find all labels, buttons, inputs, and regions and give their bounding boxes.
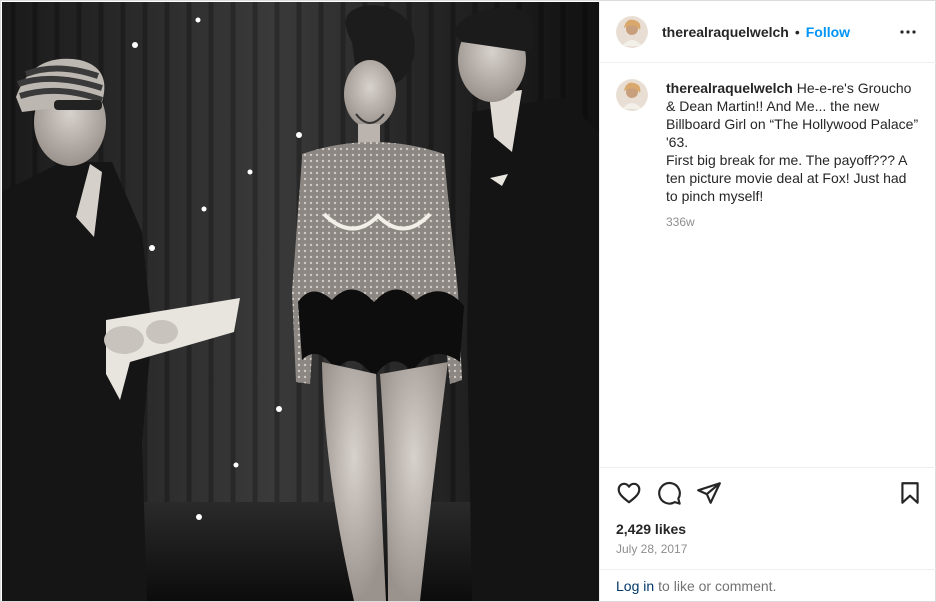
more-options-icon[interactable] <box>899 23 917 41</box>
follow-button[interactable]: Follow <box>806 24 850 40</box>
caption-username[interactable]: therealraquelwelch <box>666 80 793 96</box>
post-date: July 28, 2017 <box>616 542 688 556</box>
post-header: therealraquelwelch • Follow <box>600 1 936 63</box>
login-prompt-text: to like or comment. <box>658 577 777 594</box>
caption-avatar[interactable] <box>616 79 648 111</box>
login-link[interactable]: Log in <box>616 578 654 594</box>
caption-text: therealraquelwelch He-e-re's Groucho & D… <box>666 79 921 231</box>
caption-body: He-e-re's Groucho & Dean Martin!! And Me… <box>666 80 919 204</box>
post-photo[interactable] <box>2 2 599 601</box>
comment-footer: Log in to like or comment. <box>600 569 936 601</box>
separator-dot: • <box>794 23 800 40</box>
paper-plane-icon[interactable] <box>696 480 722 506</box>
likes-count[interactable]: 2,429 likes <box>616 521 686 537</box>
action-bar: 2,429 likes July 28, 2017 <box>600 467 936 569</box>
comments-section: therealraquelwelch He-e-re's Groucho & D… <box>600 63 936 467</box>
caption-timestamp: 336w <box>666 215 695 229</box>
instagram-post: therealraquelwelch • Follow therealraque… <box>0 0 936 602</box>
bookmark-icon[interactable] <box>897 480 923 506</box>
username[interactable]: therealraquelwelch <box>662 24 789 40</box>
comment-icon[interactable] <box>656 480 682 506</box>
heart-icon[interactable] <box>616 480 642 506</box>
photo-black-and-white-stage-scene <box>2 2 599 601</box>
avatar[interactable] <box>616 15 648 48</box>
post-sidebar: therealraquelwelch • Follow therealraque… <box>599 1 936 601</box>
